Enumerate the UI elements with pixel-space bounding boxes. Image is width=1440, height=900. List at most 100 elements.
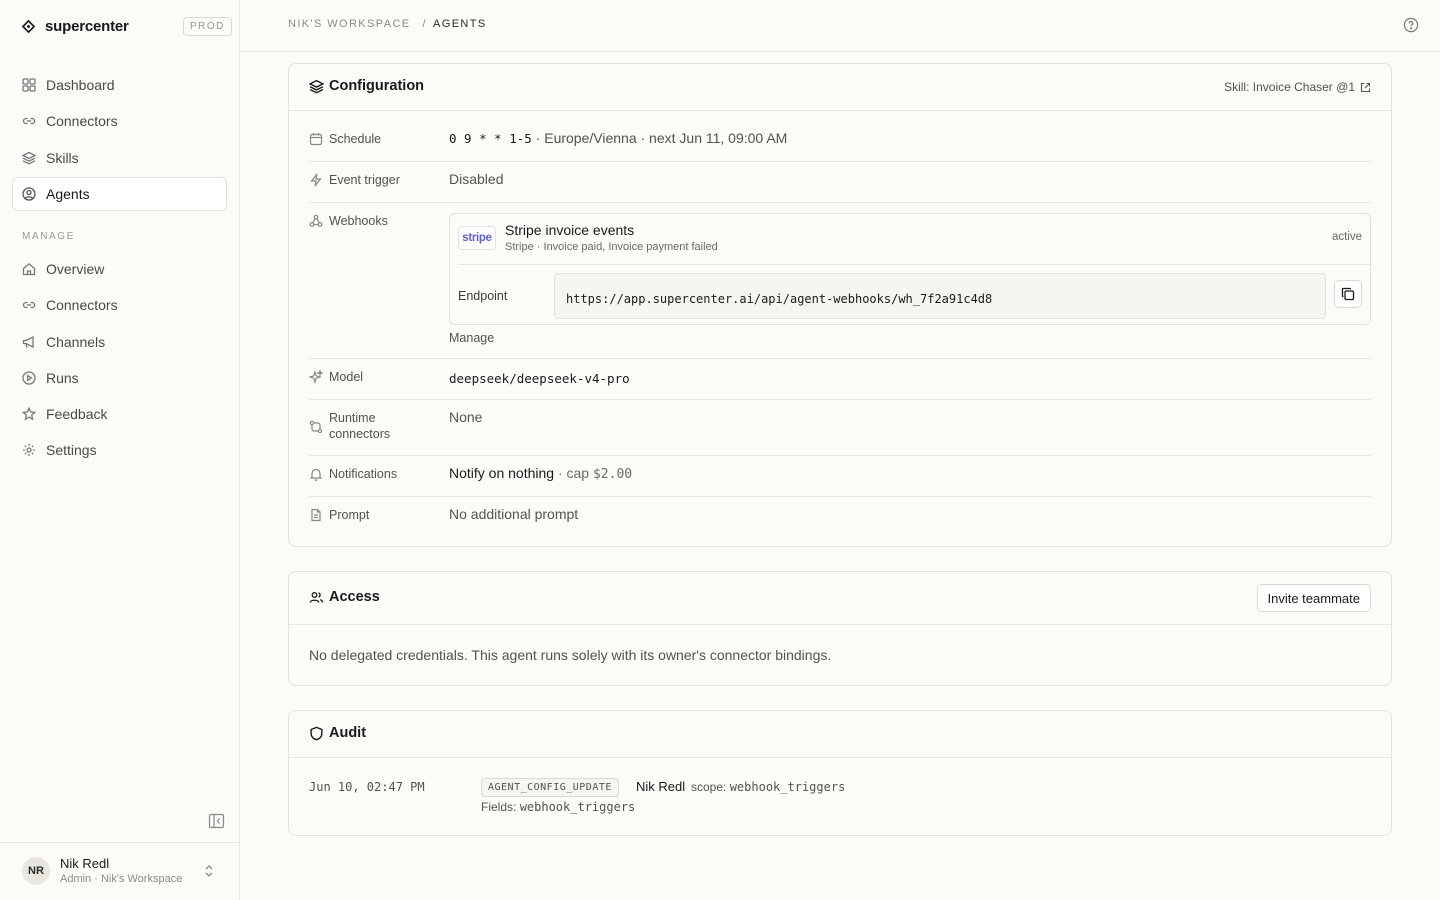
sparkles-icon — [309, 370, 323, 384]
webhook-subtitle: Stripe · Invoice paid, Invoice payment f… — [505, 241, 718, 253]
user-circle-icon — [22, 187, 36, 201]
brand[interactable]: supercenter — [22, 16, 129, 36]
notifications-value: Notify on nothing · cap $2.00 — [449, 465, 632, 482]
runtime-label-line1: Runtime — [329, 411, 376, 425]
topbar: NIK'S WORKSPACE / AGENTS — [240, 0, 1440, 52]
document-icon — [311, 508, 321, 522]
layers-icon — [309, 79, 324, 94]
sidebar-item-label: Skills — [46, 150, 79, 166]
webhooks-label: Webhooks — [329, 214, 388, 228]
sidebar-item-runs[interactable]: Runs — [12, 361, 227, 395]
users-icon — [309, 592, 324, 603]
home-icon — [22, 262, 36, 276]
play-circle-icon — [22, 371, 36, 385]
external-link-icon — [1360, 82, 1371, 92]
runtime-label-line2: connectors — [329, 427, 391, 441]
cap-value: $2.00 — [592, 467, 633, 482]
bolt-icon — [310, 173, 322, 187]
audit-entry: Jun 10, 02:47 PM AGENT_CONFIG_UPDATE Nik… — [289, 758, 1391, 835]
sidebar-item-label: Connectors — [46, 113, 118, 129]
event-trigger-label: Event trigger — [329, 173, 400, 187]
webhook-title: Stripe invoice events — [505, 222, 635, 238]
event-trigger-row: Event trigger Disabled — [309, 162, 1371, 203]
route-icon — [309, 420, 323, 434]
sidebar-item-label: Runs — [46, 370, 79, 386]
audit-card: Audit Jun 10, 02:47 PM AGENT_CONFIG_UPDA… — [288, 710, 1392, 836]
audit-fields-label: Fields: — [481, 800, 520, 814]
divider — [458, 264, 1370, 265]
link-icon — [22, 117, 36, 125]
model-value: deepseek/deepseek-v4-pro — [449, 371, 630, 386]
audit-fields: Fields: webhook_triggers — [481, 800, 635, 814]
model-label: Model — [329, 370, 364, 384]
schedule-cron: 0 9 * * 1-5 — [449, 131, 532, 146]
help-icon[interactable] — [1403, 17, 1419, 33]
sidebar-item-dashboard[interactable]: Dashboard — [12, 68, 227, 102]
sidebar-item-connectors-manage[interactable]: Connectors — [12, 288, 227, 322]
bell-icon — [309, 468, 323, 481]
prompt-label: Prompt — [329, 508, 370, 522]
audit-fields-value: webhook_triggers — [519, 800, 636, 814]
skill-link[interactable]: Skill: Invoice Chaser @1 — [1224, 80, 1371, 94]
calendar-icon — [309, 133, 323, 146]
logo-icon — [22, 19, 35, 33]
sidebar-item-settings[interactable]: Settings — [12, 433, 227, 467]
audit-header: Audit — [289, 711, 1391, 758]
gear-icon — [23, 444, 35, 456]
audit-scope-value: webhook_triggers — [729, 780, 846, 794]
manage-webhooks-link[interactable]: Manage — [449, 331, 494, 345]
breadcrumb-workspace[interactable]: NIK'S WORKSPACE — [288, 18, 411, 30]
notifications-label: Notifications — [329, 467, 398, 481]
access-text: No delegated credentials. This agent run… — [309, 647, 832, 663]
access-title: Access — [329, 589, 380, 605]
sidebar-item-connectors[interactable]: Connectors — [12, 104, 227, 138]
sidebar-item-channels[interactable]: Channels — [12, 325, 227, 359]
schedule-detail: · Europe/Vienna · next Jun 11, 09:00 AM — [531, 130, 788, 146]
user-name: Nik Redl — [60, 856, 110, 871]
prompt-row: Prompt No additional prompt — [309, 497, 1371, 538]
sidebar-item-agents[interactable]: Agents — [12, 177, 227, 211]
endpoint-url-field[interactable]: https://app.supercenter.ai/api/agent-web… — [554, 273, 1326, 319]
sidebar-item-skills[interactable]: Skills — [12, 141, 227, 175]
env-badge: PROD — [183, 17, 232, 36]
webhook-card: stripe Stripe invoice events Stripe · In… — [449, 213, 1371, 325]
user-menu[interactable]: NR Nik Redl Admin · Nik's Workspace — [0, 842, 240, 900]
access-card: Access Invite teammate No delegated cred… — [288, 571, 1392, 686]
brand-name: supercenter — [45, 17, 129, 35]
audit-title: Audit — [329, 725, 367, 741]
schedule-value: 0 9 * * 1-5 · Europe/Vienna · next Jun 1… — [449, 130, 787, 146]
sidebar: supercenter PROD Dashboard Connectors Sk… — [0, 0, 240, 900]
copy-icon — [1341, 287, 1355, 301]
breadcrumb-current: AGENTS — [433, 18, 487, 30]
runtime-connectors-row: Runtime connectors None — [309, 400, 1371, 456]
model-row: Model deepseek/deepseek-v4-pro — [309, 359, 1371, 400]
runtime-connectors-value: None — [449, 409, 483, 425]
copy-endpoint-button[interactable] — [1334, 280, 1362, 308]
sidebar-item-overview[interactable]: Overview — [12, 252, 227, 286]
sidebar-item-label: Overview — [46, 261, 105, 277]
configuration-header: Configuration Skill: Invoice Chaser @1 — [289, 64, 1391, 111]
stripe-logo: stripe — [458, 226, 496, 250]
star-icon — [22, 407, 36, 421]
layers-icon — [22, 151, 36, 165]
sidebar-item-label: Channels — [46, 334, 106, 350]
event-trigger-value: Disabled — [449, 171, 504, 187]
schedule-row: Schedule 0 9 * * 1-5 · Europe/Vienna · n… — [309, 121, 1371, 162]
skill-link-label: Skill: Invoice Chaser @1 — [1224, 80, 1355, 94]
chevron-updown-icon[interactable] — [203, 864, 215, 878]
breadcrumb-separator: / — [422, 18, 427, 30]
access-header: Access Invite teammate — [289, 572, 1391, 625]
access-body: No delegated credentials. This agent run… — [289, 625, 1391, 685]
sidebar-item-feedback[interactable]: Feedback — [12, 397, 227, 431]
user-subtitle: Admin · Nik's Workspace — [60, 873, 183, 885]
notifications-row: Notifications Notify on nothing · cap $2… — [309, 456, 1371, 497]
audit-event-tag: AGENT_CONFIG_UPDATE — [481, 778, 619, 797]
endpoint-label: Endpoint — [458, 289, 508, 303]
notifications-setting: Notify on nothing — [449, 465, 555, 481]
invite-teammate-button[interactable]: Invite teammate — [1256, 584, 1371, 612]
sidebar-item-label: Dashboard — [46, 77, 115, 93]
section-label-manage: MANAGE — [22, 231, 75, 242]
webhook-icon — [309, 214, 323, 227]
collapse-sidebar-icon[interactable] — [208, 813, 225, 829]
avatar: NR — [22, 857, 50, 885]
